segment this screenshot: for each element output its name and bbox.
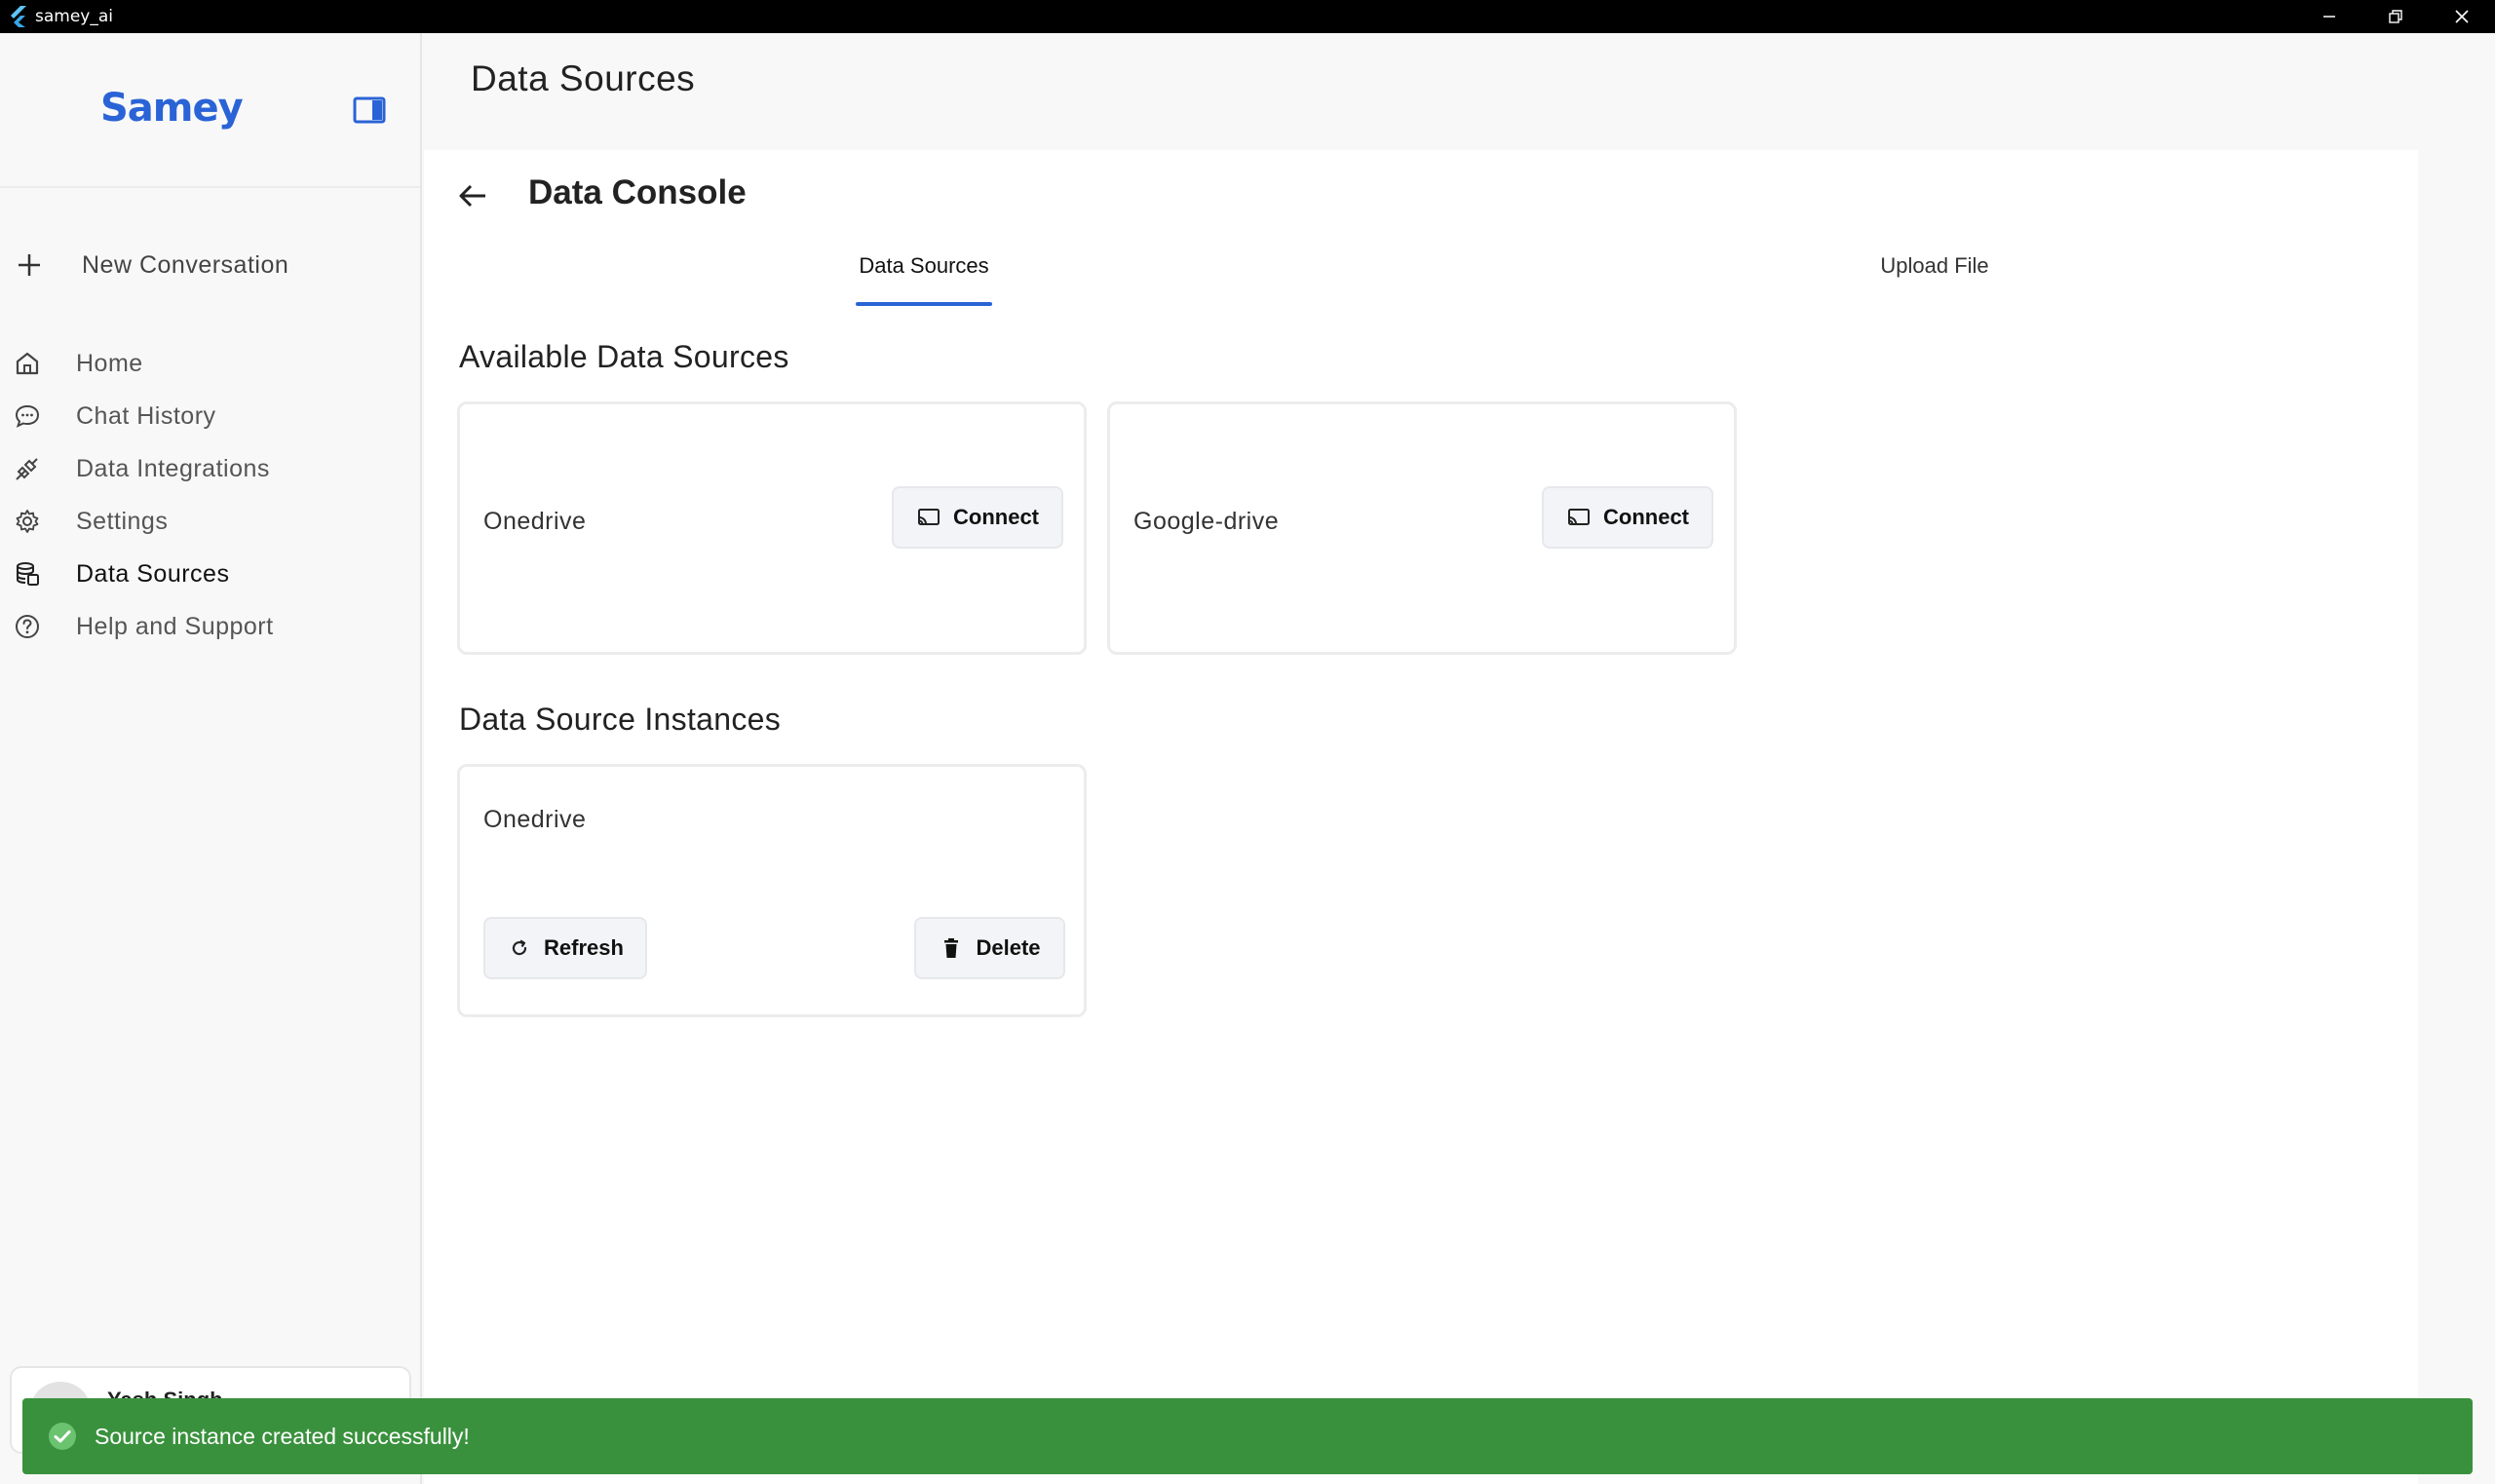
minimize-icon bbox=[2323, 16, 2335, 18]
refresh-button[interactable]: Refresh bbox=[483, 917, 647, 979]
tab-active-indicator bbox=[856, 302, 992, 306]
data-source-name: Google-drive bbox=[1133, 508, 1280, 535]
connect-label: Connect bbox=[953, 505, 1039, 529]
cast-icon bbox=[916, 505, 941, 530]
sidebar-item-data-integrations[interactable]: Data Integrations bbox=[0, 442, 420, 495]
minimize-button[interactable] bbox=[2296, 0, 2362, 33]
plug-icon bbox=[12, 453, 43, 484]
new-conversation-button[interactable]: New Conversation bbox=[12, 246, 288, 285]
sidebar-item-chat-history[interactable]: Chat History bbox=[0, 390, 420, 442]
chat-bubble-icon bbox=[12, 400, 43, 432]
instances-heading: Data Source Instances bbox=[459, 702, 782, 737]
tab-label: Upload File bbox=[1880, 253, 1989, 278]
gear-icon bbox=[12, 506, 43, 537]
trash-icon bbox=[939, 935, 964, 961]
new-conversation-label: New Conversation bbox=[82, 250, 289, 279]
tab-data-sources[interactable]: Data Sources bbox=[856, 247, 992, 306]
check-circle-icon bbox=[46, 1420, 79, 1453]
console-title: Data Console bbox=[528, 173, 747, 211]
sidebar-item-label: Chat History bbox=[76, 401, 216, 430]
sidebar-item-label: Data Integrations bbox=[76, 454, 270, 482]
delete-button[interactable]: Delete bbox=[914, 917, 1065, 979]
flutter-icon bbox=[6, 4, 31, 29]
cast-icon bbox=[1566, 505, 1592, 530]
tab-upload-file[interactable]: Upload File bbox=[1857, 247, 2013, 306]
close-button[interactable] bbox=[2429, 0, 2495, 33]
arrow-left-icon bbox=[459, 184, 485, 208]
sidebar-item-label: Home bbox=[76, 349, 143, 377]
restore-icon bbox=[2389, 10, 2402, 23]
sidebar-nav: Home Chat History Data Integrations Sett… bbox=[0, 337, 420, 653]
sidebar-toggle-button[interactable] bbox=[353, 95, 386, 125]
toast-message: Source instance created successfully! bbox=[95, 1423, 470, 1449]
data-source-card: Onedrive Connect bbox=[457, 401, 1087, 655]
sidebar-item-settings[interactable]: Settings bbox=[0, 495, 420, 548]
instance-name: Onedrive bbox=[483, 806, 587, 833]
home-icon bbox=[12, 348, 43, 379]
data-source-name: Onedrive bbox=[483, 508, 587, 535]
sidebar-item-label: Help and Support bbox=[76, 612, 274, 640]
restore-button[interactable] bbox=[2362, 0, 2429, 33]
tab-label: Data Sources bbox=[859, 253, 989, 278]
connect-label: Connect bbox=[1603, 505, 1689, 529]
sidebar-panel-icon bbox=[353, 96, 386, 124]
sidebar: Samey New Conversation Home Chat History bbox=[0, 33, 422, 1484]
sidebar-item-label: Settings bbox=[76, 507, 169, 535]
plus-icon bbox=[12, 247, 47, 283]
sidebar-item-label: Data Sources bbox=[76, 559, 230, 588]
data-console-panel: Data Console Data Sources Upload File Av… bbox=[424, 150, 2418, 1484]
sidebar-item-home[interactable]: Home bbox=[0, 337, 420, 390]
page-title: Data Sources bbox=[471, 58, 696, 98]
help-circle-icon bbox=[12, 611, 43, 642]
sidebar-item-help-and-support[interactable]: Help and Support bbox=[0, 600, 420, 653]
back-button[interactable] bbox=[450, 173, 495, 218]
sidebar-item-data-sources[interactable]: Data Sources bbox=[0, 548, 420, 600]
window-title: samey_ai bbox=[35, 7, 113, 26]
tab-bar: Data Sources Upload File bbox=[424, 247, 2418, 306]
brand-row: Samey bbox=[0, 33, 420, 188]
available-sources-heading: Available Data Sources bbox=[459, 339, 789, 374]
connect-button[interactable]: Connect bbox=[1542, 486, 1713, 549]
data-source-card: Google-drive Connect bbox=[1107, 401, 1737, 655]
data-source-instance-card: Onedrive Refresh Delete bbox=[457, 764, 1087, 1017]
brand-logo: Samey bbox=[100, 86, 244, 131]
refresh-label: Refresh bbox=[544, 935, 624, 960]
close-icon bbox=[2455, 10, 2469, 23]
success-toast: Source instance created successfully! bbox=[22, 1398, 2473, 1474]
database-icon bbox=[12, 558, 43, 590]
refresh-icon bbox=[507, 935, 532, 961]
connect-button[interactable]: Connect bbox=[892, 486, 1063, 549]
delete-label: Delete bbox=[976, 935, 1041, 960]
window-titlebar: samey_ai bbox=[0, 0, 2495, 33]
